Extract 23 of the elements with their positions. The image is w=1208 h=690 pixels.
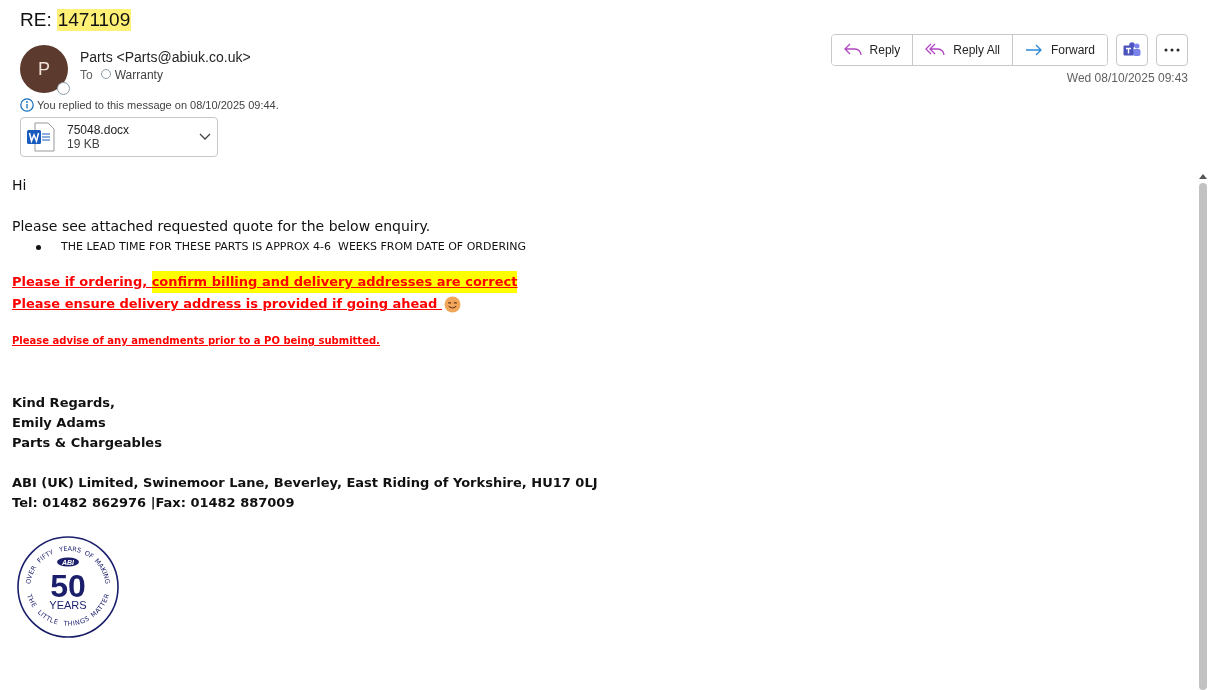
sender-name: Parts <Parts@abiuk.co.uk> — [80, 49, 251, 65]
message-text: THE LEAD TIME FOR THESE PARTS IS APPROX 4-6 WEEKS FROM DATE OF ORDERING — [61, 239, 527, 255]
reply-notice: You replied to this message on 08/10/2025 09:44. — [37, 99, 279, 111]
signature-line: Parts & Chargeables — [12, 434, 162, 452]
signature-line: ABI (UK) Limited, Swinemoor Lane, Beverley, East Riding of Yorkshire, HU17 0LJ — [12, 474, 598, 492]
signature-line: Emily Adams — [12, 414, 106, 432]
warning-text: Please if ordering, — [12, 273, 149, 291]
sent-date: Wed 08/10/2025 09:43 — [1066, 71, 1188, 85]
recipient[interactable]: Warranty — [100, 68, 163, 82]
warning-text: Please ensure delivery address is provided if going ahead — [12, 295, 439, 313]
attachment-size: 19 KB — [67, 137, 101, 151]
signature-line: Kind Regards, — [12, 394, 115, 412]
subject-number: 1471109 — [56, 9, 132, 31]
sender-avatar: P — [20, 45, 68, 93]
subject-prefix: RE: — [20, 9, 52, 31]
message-text: Please see attached requested quote for the below enquiry. — [12, 217, 431, 236]
attachment-name: 75048.docx — [67, 123, 131, 137]
warning-text: Please advise of any amendments prior to a PO being submitted. — [12, 334, 380, 348]
to-label: To — [80, 68, 93, 82]
attachment-card[interactable]: 75048.docx 19 KB — [20, 117, 218, 157]
forward-button[interactable]: Forward — [1012, 35, 1107, 65]
message-text: Hi — [12, 176, 27, 195]
signature-line: Tel: 01482 862976 |Fax: 01482 887009 — [12, 494, 295, 512]
